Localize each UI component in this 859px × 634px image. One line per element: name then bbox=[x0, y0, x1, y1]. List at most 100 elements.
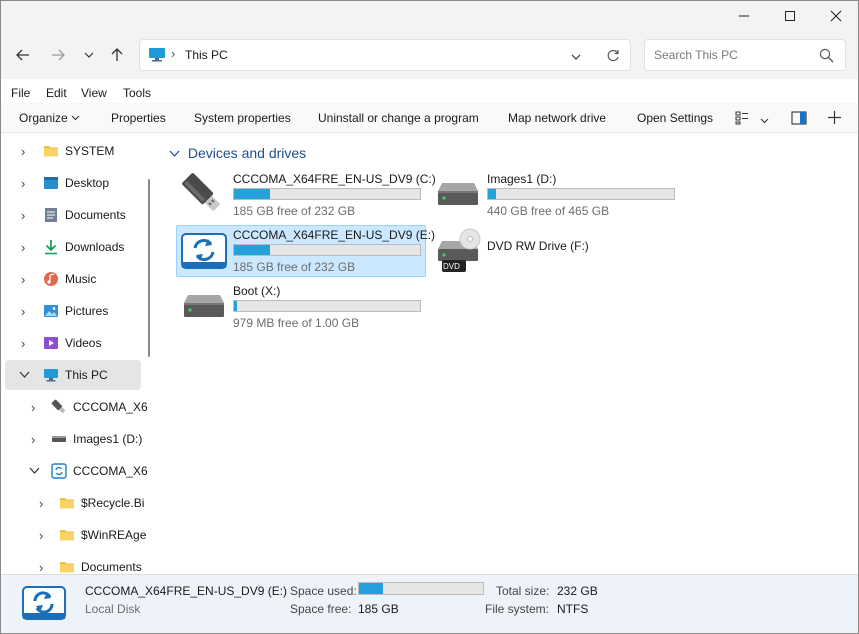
sidebar-item-label: Desktop bbox=[65, 176, 110, 190]
menu-view[interactable]: View bbox=[81, 86, 107, 100]
search-box[interactable]: Search This PC bbox=[644, 39, 846, 71]
maximize-button[interactable] bbox=[767, 1, 813, 31]
new-item-button[interactable] bbox=[827, 110, 842, 128]
search-placeholder: Search This PC bbox=[654, 48, 738, 62]
sidebar-item-this-pc[interactable]: This PC bbox=[5, 360, 141, 390]
close-button[interactable] bbox=[813, 1, 858, 31]
drive-usage-bar bbox=[233, 244, 421, 256]
details-pane-button[interactable] bbox=[791, 111, 807, 128]
breadcrumb-this-pc[interactable]: This PC bbox=[185, 48, 228, 62]
monitor-icon bbox=[44, 369, 58, 382]
space-used-fill bbox=[359, 583, 383, 594]
navigation-pane: › SYSTEM › Desktop › Documents › Downloa… bbox=[1, 133, 151, 574]
sidebar-item-drive-c[interactable]: › CCCOMA_X6 bbox=[1, 392, 148, 422]
chevron-down-icon bbox=[71, 115, 80, 121]
drive-item-x[interactable]: Boot (X:) 979 MB free of 1.00 GB bbox=[176, 281, 426, 333]
group-header[interactable]: Devices and drives bbox=[169, 145, 306, 161]
map-network-drive-button[interactable]: Map network drive bbox=[508, 111, 606, 125]
sidebar-item-label: SYSTEM bbox=[65, 144, 115, 158]
uninstall-program-button[interactable]: Uninstall or change a program bbox=[318, 111, 479, 125]
chevron-right-icon[interactable]: › bbox=[31, 432, 35, 447]
chevron-right-icon[interactable]: › bbox=[21, 144, 25, 159]
sidebar-item-downloads[interactable]: › Downloads bbox=[1, 232, 141, 262]
drive-free-space: 185 GB free of 232 GB bbox=[233, 260, 356, 274]
minimize-icon bbox=[739, 15, 749, 17]
organize-button[interactable]: Organize bbox=[19, 111, 80, 125]
forward-button[interactable] bbox=[44, 41, 72, 69]
drive-item-e[interactable]: CCCOMA_X64FRE_EN-US_DV9 (E:) 185 GB free… bbox=[176, 225, 435, 277]
sidebar-item-label: Downloads bbox=[65, 240, 125, 254]
sidebar-item-label: Images1 (D:) bbox=[73, 432, 143, 446]
menu-file[interactable]: File bbox=[11, 86, 30, 100]
organize-label: Organize bbox=[19, 111, 68, 125]
back-button[interactable] bbox=[9, 41, 37, 69]
sidebar-item-drive-e[interactable]: CCCOMA_X6 bbox=[1, 456, 148, 486]
folder-icon bbox=[60, 562, 74, 573]
up-button[interactable] bbox=[103, 41, 131, 69]
chevron-right-icon[interactable]: › bbox=[21, 240, 25, 255]
chevron-right-icon[interactable]: › bbox=[39, 560, 43, 574]
properties-button[interactable]: Properties bbox=[111, 111, 166, 125]
pictures-icon bbox=[44, 305, 58, 317]
sidebar-item-pictures[interactable]: › Pictures bbox=[1, 296, 141, 326]
close-icon bbox=[830, 10, 842, 22]
space-free-value: 185 GB bbox=[358, 602, 399, 616]
drive-usage-fill bbox=[488, 189, 496, 199]
address-history-icon[interactable] bbox=[570, 51, 582, 63]
navigation-bar: › This PC Search This PC bbox=[1, 33, 858, 79]
sidebar-item-label: Videos bbox=[65, 336, 102, 350]
space-used-bar bbox=[358, 582, 484, 595]
dvd-badge: DVD bbox=[443, 262, 460, 271]
drive-usage-fill bbox=[234, 245, 270, 255]
drive-name: CCCOMA_X64FRE_EN-US_DV9 (C:) bbox=[233, 172, 436, 186]
setup-drive-icon bbox=[22, 586, 66, 620]
chevron-down-icon[interactable] bbox=[19, 370, 30, 380]
plus-icon bbox=[828, 111, 841, 124]
sidebar-item-videos[interactable]: › Videos bbox=[1, 328, 141, 358]
chevron-right-icon[interactable]: › bbox=[31, 400, 35, 415]
recent-locations-button[interactable] bbox=[75, 41, 103, 69]
sidebar-item-drive-d[interactable]: › Images1 (D:) bbox=[1, 424, 143, 454]
title-bar bbox=[1, 1, 858, 33]
view-layout-icon bbox=[735, 111, 748, 125]
usb-drive-icon bbox=[182, 173, 221, 212]
address-bar[interactable]: › This PC bbox=[139, 39, 631, 71]
sidebar-item-music[interactable]: › Music bbox=[1, 264, 141, 294]
preview-pane-icon bbox=[791, 111, 807, 125]
open-settings-button[interactable]: Open Settings bbox=[637, 111, 713, 125]
sidebar-item-documents[interactable]: › Documents bbox=[1, 200, 141, 230]
breadcrumb-separator: › bbox=[171, 46, 176, 61]
sidebar-scrollbar[interactable] bbox=[148, 179, 150, 357]
chevron-right-icon[interactable]: › bbox=[39, 496, 43, 511]
sidebar-item-documents-folder[interactable]: › Documents bbox=[1, 552, 142, 574]
chevron-right-icon[interactable]: › bbox=[21, 304, 25, 319]
hard-drive-icon bbox=[438, 183, 478, 205]
drive-item-d[interactable]: Images1 (D:) 440 GB free of 465 GB bbox=[430, 169, 680, 221]
group-title: Devices and drives bbox=[187, 145, 307, 161]
chevron-down-icon[interactable] bbox=[29, 466, 40, 476]
chevron-down-icon bbox=[84, 52, 94, 58]
chevron-right-icon[interactable]: › bbox=[21, 336, 25, 351]
arrow-right-icon bbox=[52, 49, 65, 61]
minimize-button[interactable] bbox=[721, 1, 767, 31]
view-options-button[interactable] bbox=[735, 111, 769, 128]
chevron-right-icon[interactable]: › bbox=[21, 272, 25, 287]
sidebar-item-desktop[interactable]: › Desktop bbox=[1, 168, 141, 198]
drive-item-f[interactable]: DVD DVD RW Drive (F:) bbox=[430, 225, 680, 277]
chevron-right-icon[interactable]: › bbox=[21, 176, 25, 191]
chevron-right-icon[interactable]: › bbox=[21, 208, 25, 223]
total-size-value: 232 GB bbox=[557, 584, 598, 598]
chevron-right-icon[interactable]: › bbox=[39, 528, 43, 543]
sidebar-item-winreagent[interactable]: › $WinREAge bbox=[1, 520, 146, 550]
system-properties-button[interactable]: System properties bbox=[194, 111, 291, 125]
sidebar-item-system[interactable]: › SYSTEM bbox=[1, 136, 141, 166]
drive-item-c[interactable]: CCCOMA_X64FRE_EN-US_DV9 (C:) 185 GB free… bbox=[176, 169, 436, 221]
hard-drive-icon bbox=[52, 436, 66, 442]
refresh-icon[interactable] bbox=[606, 49, 620, 63]
menu-tools[interactable]: Tools bbox=[123, 86, 151, 100]
monitor-icon bbox=[149, 48, 165, 62]
menu-edit[interactable]: Edit bbox=[46, 86, 67, 100]
drive-free-space: 185 GB free of 232 GB bbox=[233, 204, 356, 218]
total-size-label: Total size: bbox=[496, 584, 550, 598]
sidebar-item-recycle[interactable]: › $Recycle.Bi bbox=[1, 488, 144, 518]
